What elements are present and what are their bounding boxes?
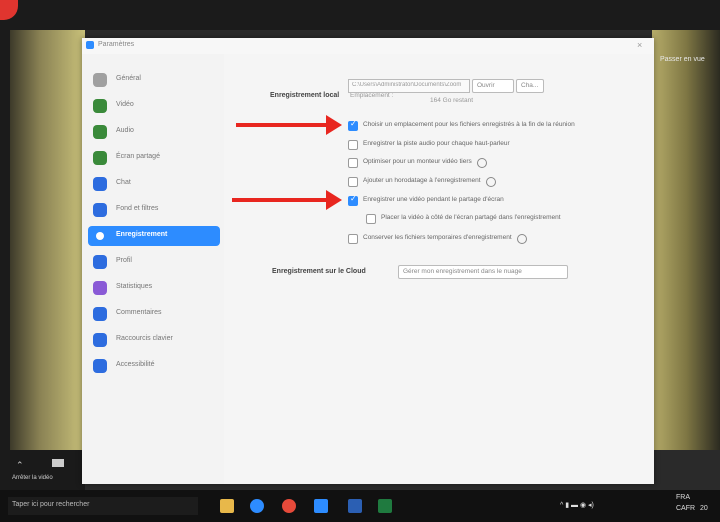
recording-option-checkbox[interactable] [348,177,358,187]
recording-path-field[interactable]: C:\Users\Administrator\Documents\Zoom [348,79,470,93]
meeting-video-left [10,30,85,450]
view-switch-label[interactable]: Passer en vue [660,56,705,63]
recording-option-label: Ajouter un horodatage à l'enregistrement [363,177,481,184]
recording-option-row[interactable]: Choisir un emplacement pour les fichiers… [348,119,638,132]
windows-taskbar: Taper ici pour rechercher ^ ▮ ▬ ◉ ◂) FRA… [0,490,720,522]
clock[interactable]: 20 [700,505,708,512]
recording-option-row[interactable]: Enregistrer la piste audio pour chaque h… [348,139,638,151]
sidebar-item-label: Vidéo [116,101,134,108]
background-icon [93,203,107,217]
manage-cloud-recording-button[interactable]: Gérer mon enregistrement dans le nuage [398,265,568,279]
recording-option-label: Choisir un emplacement pour les fichiers… [363,121,575,128]
recording-option-checkbox[interactable] [348,158,358,168]
sidebar-item-label: Chat [116,179,131,186]
local-recording-title: Enregistrement local [270,92,340,99]
help-icon[interactable] [486,177,496,187]
sidebar-item-0[interactable]: Général [88,70,220,90]
settings-window: Paramètres × Général Vidéo Audio Écran part… [82,38,654,484]
excel-icon[interactable] [378,499,392,513]
sidebar-item-label: Général [116,75,141,82]
sidebar-item-4[interactable]: Chat [88,174,220,194]
search-placeholder: Taper ici pour rechercher [12,501,90,508]
settings-sidebar: Général Vidéo Audio Écran partagé Chat Fond e… [82,54,224,484]
stop-video-label[interactable]: Arrêter la vidéo [12,475,53,481]
feedback-icon [93,307,107,321]
video-icon [93,99,107,113]
title-bar: Paramètres × [82,38,654,54]
word-icon[interactable] [348,499,362,513]
headphones-icon [93,125,107,139]
recording-option-checkbox[interactable] [348,234,358,244]
sidebar-item-label: Enregistrement [116,231,168,238]
accessibility-icon [93,359,107,373]
open-button-label: Ouvrir [477,82,495,89]
recording-option-row[interactable]: Placer la vidéo à côté de l'écran partag… [366,213,656,225]
share-screen-icon [93,151,107,165]
recording-option-label: Conserver les fichiers temporaires d'enr… [363,234,512,241]
sidebar-item-2[interactable]: Audio [88,122,220,142]
recording-option-checkbox[interactable] [348,119,358,131]
camera-icon[interactable] [52,459,64,467]
recording-option-checkbox[interactable] [366,214,376,224]
sidebar-item-11[interactable]: Accessibilité [88,356,220,376]
free-space-label: 164 Go restant [430,97,473,104]
recording-option-row[interactable]: Optimiser pour un monteur vidéo tiers [348,157,638,169]
sidebar-item-label: Accessibilité [116,361,155,368]
region-indicator[interactable]: CAFR [676,505,695,512]
meeting-video-right [652,30,720,450]
statistics-icon [93,281,107,295]
gear-icon [93,73,107,87]
manage-cloud-button-label: Gérer mon enregistrement dans le nuage [403,268,522,275]
sidebar-item-9[interactable]: Commentaires [88,304,220,324]
recording-option-label: Placer la vidéo à côté de l'écran partag… [381,214,561,221]
recording-option-row[interactable]: Ajouter un horodatage à l'enregistrement [348,176,638,188]
chat-icon [93,177,107,191]
cloud-recording-title: Enregistrement sur le Cloud [272,268,366,275]
recording-option-label: Optimiser pour un monteur vidéo tiers [363,158,472,165]
recording-option-row[interactable]: Enregistrer une vidéo pendant le partage… [348,194,638,207]
sidebar-item-8[interactable]: Statistiques [88,278,220,298]
recording-option-checkbox[interactable] [348,194,358,206]
language-indicator[interactable]: FRA [676,494,690,501]
taskbar-search[interactable]: Taper ici pour rechercher [8,497,198,515]
help-icon[interactable] [517,234,527,244]
window-title: Paramètres [98,41,135,48]
sidebar-item-3[interactable]: Écran partagé [88,148,220,168]
change-button-label: Cha... [521,82,539,89]
sidebar-item-6[interactable]: Enregistrement [88,226,220,246]
system-tray-icons[interactable]: ^ ▮ ▬ ◉ ◂) [560,501,594,509]
chevron-up-icon[interactable]: ⌃ [16,460,24,471]
sidebar-item-5[interactable]: Fond et filtres [88,200,220,220]
sidebar-item-label: Commentaires [116,309,162,316]
chrome-icon[interactable] [282,499,296,513]
recording-option-checkbox[interactable] [348,140,358,150]
sidebar-item-label: Écran partagé [116,153,160,160]
file-explorer-icon[interactable] [220,499,234,513]
red-arrow-annotation [236,115,342,135]
change-button[interactable]: Cha... [516,79,544,93]
sidebar-item-1[interactable]: Vidéo [88,96,220,116]
zoom-taskbar-icon[interactable] [314,499,328,513]
open-button[interactable]: Ouvrir [472,79,514,93]
sidebar-item-7[interactable]: Profil [88,252,220,272]
sidebar-item-label: Audio [116,127,134,134]
profile-icon [93,255,107,269]
edge-icon[interactable] [250,499,264,513]
keyboard-icon [93,333,107,347]
recording-option-row[interactable]: Conserver les fichiers temporaires d'enr… [348,233,638,245]
help-icon[interactable] [477,158,487,168]
sidebar-item-label: Fond et filtres [116,205,159,212]
recording-path-value: C:\Users\Administrator\Documents\Zoom [352,82,462,88]
red-arrow-annotation [232,190,342,210]
sidebar-item-label: Statistiques [116,283,153,290]
record-icon [96,232,104,240]
location-label: Emplacement : [350,92,394,99]
recording-option-label: Enregistrer la piste audio pour chaque h… [363,140,510,147]
recording-option-label: Enregistrer une vidéo pendant le partage… [363,196,504,203]
sidebar-item-10[interactable]: Raccourcis clavier [88,330,220,350]
close-icon[interactable]: × [637,40,642,50]
zoom-app-icon [86,41,94,49]
sidebar-item-label: Raccourcis clavier [116,335,173,342]
sidebar-item-label: Profil [116,257,132,264]
